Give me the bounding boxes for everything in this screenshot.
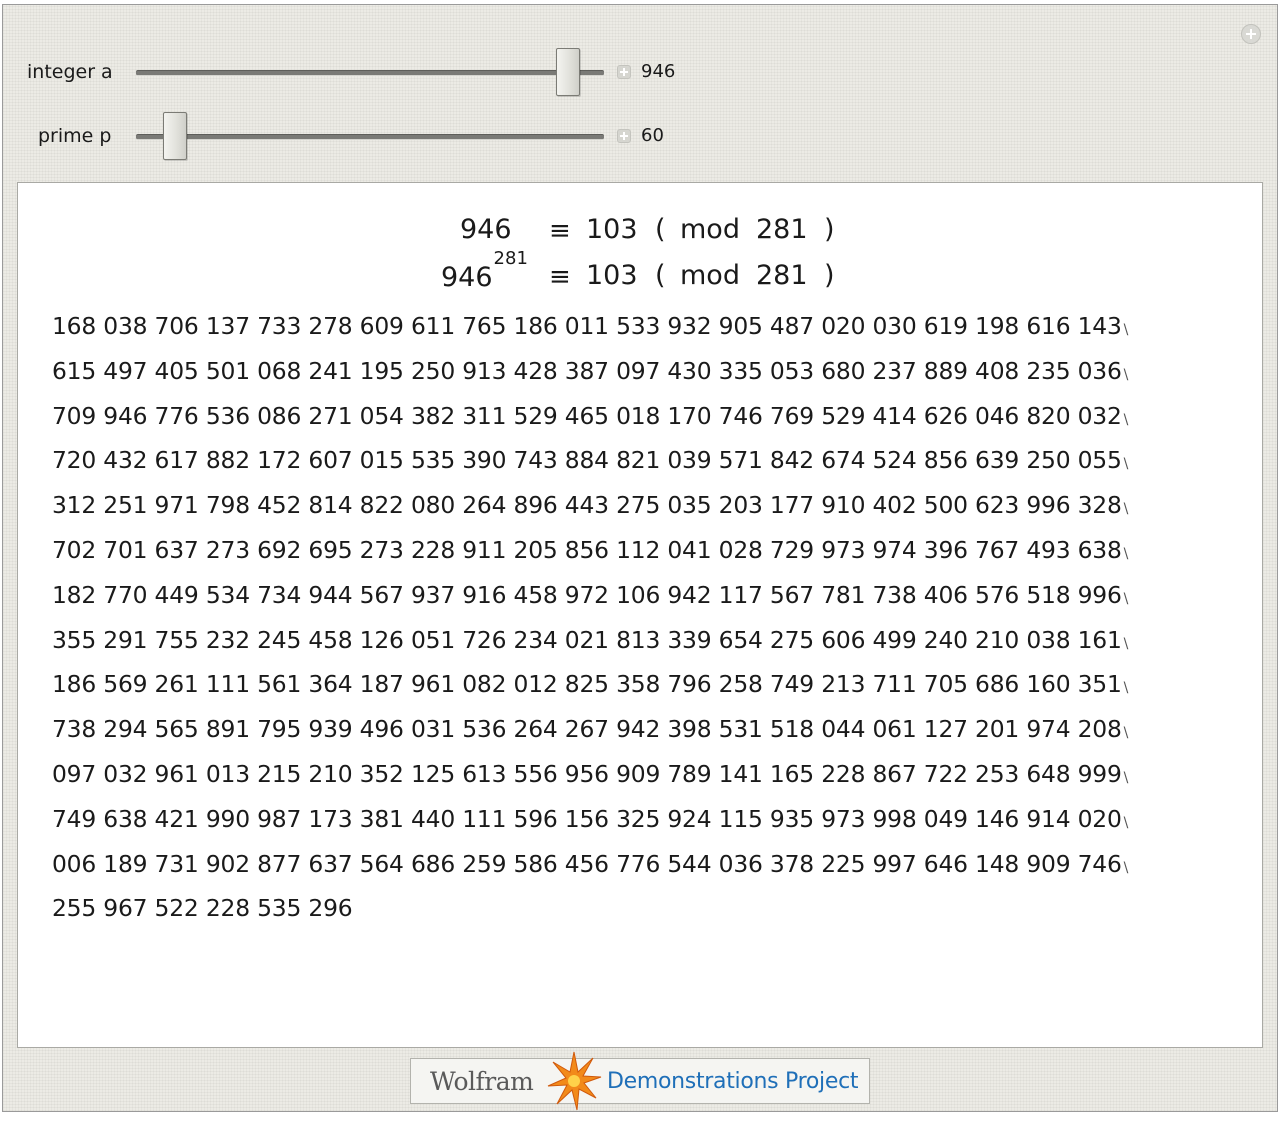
integer-a-slider-track[interactable]: [136, 70, 604, 76]
line-continuation-mark: \: [1123, 456, 1129, 473]
digit-line-text: 615 497 405 501 068 241 195 250 913 428 …: [52, 356, 1122, 385]
line-continuation-mark: \: [1123, 814, 1129, 831]
wolfram-wordmark: Wolfram: [430, 1067, 534, 1096]
line-continuation-mark: \: [1123, 366, 1129, 383]
digit-line-text: 738 294 565 891 795 939 496 031 536 264 …: [52, 715, 1122, 744]
digit-line: 702 701 637 273 692 695 273 228 911 205 …: [52, 528, 1222, 573]
power-expression: 946281: [441, 248, 528, 293]
mod-word: mod: [680, 214, 740, 245]
digit-line: 312 251 971 798 452 814 822 080 264 896 …: [52, 483, 1222, 528]
digit-line-text: 709 946 776 536 086 271 054 382 311 529 …: [52, 401, 1122, 430]
digit-line: 709 946 776 536 086 271 054 382 311 529 …: [52, 394, 1222, 439]
digit-line-text: 255 967 522 228 535 296: [52, 894, 353, 923]
digit-line-text: 168 038 706 137 733 278 609 611 765 186 …: [52, 312, 1122, 340]
digit-line-text: 702 701 637 273 692 695 273 228 911 205 …: [52, 535, 1122, 564]
digit-line: 738 294 565 891 795 939 496 031 536 264 …: [52, 707, 1222, 752]
integer-a-label: integer a: [27, 61, 113, 83]
prime-p-slider-thumb[interactable]: [162, 112, 187, 160]
power-digits-block: 168 038 706 137 733 278 609 611 765 186 …: [52, 304, 1222, 931]
prime-p-plus-icon[interactable]: [617, 129, 631, 143]
prime-p-label: prime p: [38, 125, 112, 147]
digit-line: 355 291 755 232 245 458 126 051 726 234 …: [52, 618, 1222, 663]
line-continuation-mark: \: [1123, 545, 1129, 562]
modulus-number: 281: [756, 260, 808, 291]
digit-line: 255 967 522 228 535 296: [52, 886, 1222, 931]
expand-plus-icon[interactable]: [1241, 24, 1261, 44]
digit-line: 097 032 961 013 215 210 352 125 613 556 …: [52, 752, 1222, 797]
line-continuation-mark: \: [1123, 725, 1129, 742]
equiv-symbol: ≡: [549, 216, 571, 246]
equiv-symbol: ≡: [549, 262, 571, 292]
digit-line: 749 638 421 990 987 173 381 440 111 596 …: [52, 797, 1222, 842]
line-continuation-mark: \: [1123, 590, 1129, 607]
congruence-line-2: 946281 ≡ 103 ( mod 281 ): [18, 248, 1264, 300]
integer-a-value: 946: [641, 61, 676, 82]
power-exponent: 281: [493, 248, 528, 269]
line-continuation-mark: \: [1123, 859, 1129, 876]
digit-line-text: 355 291 755 232 245 458 126 051 726 234 …: [52, 625, 1122, 654]
open-paren: (: [655, 214, 666, 245]
mod-word: mod: [680, 260, 740, 291]
digit-line: 006 189 731 902 877 637 564 686 259 586 …: [52, 842, 1222, 887]
result-number: 103: [586, 214, 638, 245]
spikey-star-icon: [547, 1051, 602, 1111]
digit-line-text: 312 251 971 798 452 814 822 080 264 896 …: [52, 491, 1122, 520]
result-number: 103: [586, 260, 638, 291]
digit-line-text: 097 032 961 013 215 210 352 125 613 556 …: [52, 759, 1122, 788]
lhs-number: 946: [460, 214, 512, 245]
digit-line-text: 186 569 261 111 561 364 187 961 082 012 …: [52, 670, 1122, 699]
close-paren: ): [824, 214, 835, 245]
integer-a-plus-icon[interactable]: [617, 65, 631, 79]
line-continuation-mark: \: [1123, 411, 1129, 428]
digit-line: 168 038 706 137 733 278 609 611 765 186 …: [52, 304, 1222, 349]
integer-a-slider-thumb[interactable]: [556, 48, 581, 96]
digit-line-text: 006 189 731 902 877 637 564 686 259 586 …: [52, 849, 1122, 878]
congruence-line-1: 946 ≡ 103 ( mod 281 ): [18, 214, 1264, 254]
output-panel: 946 ≡ 103 ( mod 281 ) 946281 ≡ 103 ( mod…: [17, 182, 1263, 1048]
digit-line-text: 182 770 449 534 734 944 567 937 916 458 …: [52, 580, 1122, 609]
digit-line: 186 569 261 111 561 364 187 961 082 012 …: [52, 662, 1222, 707]
line-continuation-mark: \: [1123, 635, 1129, 652]
digit-line: 720 432 617 882 172 607 015 535 390 743 …: [52, 438, 1222, 483]
close-paren: ): [824, 260, 835, 291]
line-continuation-mark: \: [1123, 680, 1129, 697]
digit-line: 615 497 405 501 068 241 195 250 913 428 …: [52, 349, 1222, 394]
prime-p-slider-track[interactable]: [136, 134, 604, 140]
power-base: 946: [441, 262, 493, 293]
modulus-number: 281: [756, 214, 808, 245]
digit-line: 182 770 449 534 734 944 567 937 916 458 …: [52, 573, 1222, 618]
line-continuation-mark: \: [1123, 769, 1129, 786]
line-continuation-mark: \: [1123, 322, 1129, 338]
wolfram-demonstrations-badge[interactable]: Wolfram Demonstrations Project: [410, 1051, 870, 1111]
line-continuation-mark: \: [1123, 501, 1129, 518]
demonstrations-project-link: Demonstrations Project: [607, 1069, 859, 1094]
prime-p-value: 60: [641, 125, 664, 146]
open-paren: (: [655, 260, 666, 291]
digit-line-text: 720 432 617 882 172 607 015 535 390 743 …: [52, 446, 1122, 475]
digit-line-text: 749 638 421 990 987 173 381 440 111 596 …: [52, 804, 1122, 833]
